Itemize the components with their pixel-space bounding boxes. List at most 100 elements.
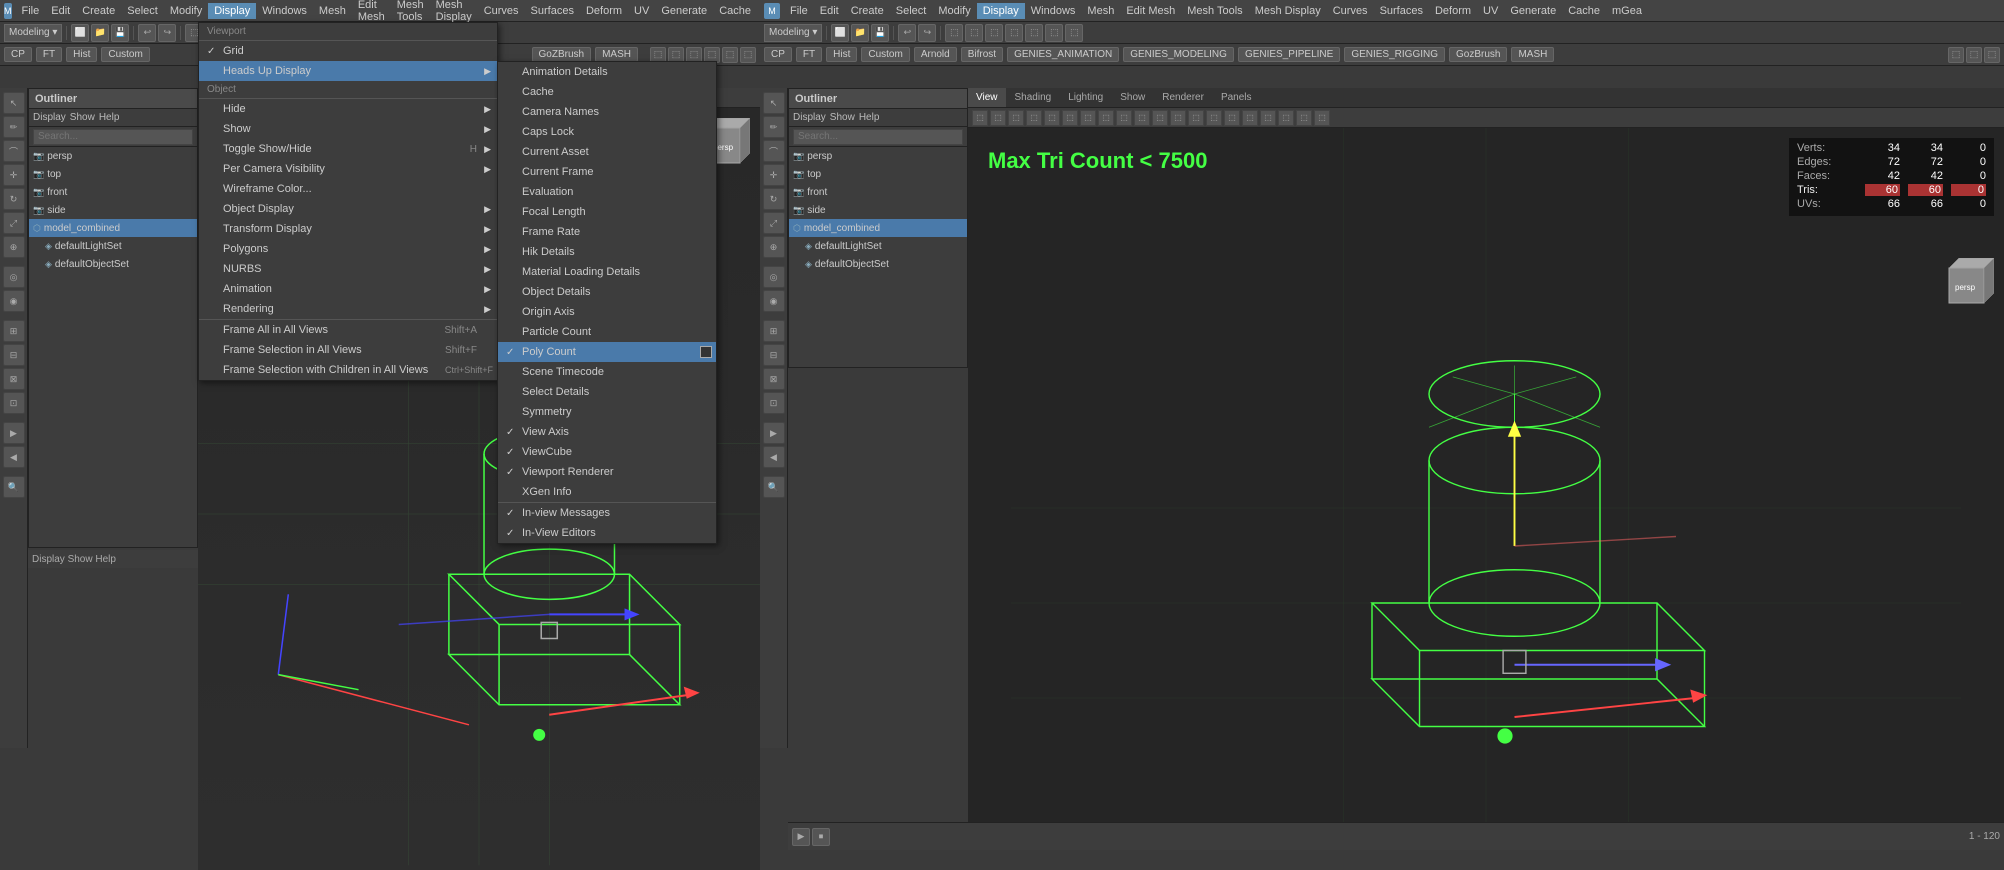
r-menu-deform[interactable]: Deform bbox=[1429, 3, 1477, 19]
r-fx-genies-pipe[interactable]: GENIES_PIPELINE bbox=[1238, 47, 1340, 62]
r-render1-icon[interactable]: ▶ bbox=[763, 422, 785, 444]
hud-symmetry[interactable]: Symmetry bbox=[498, 402, 716, 422]
undo-btn[interactable]: ↩ bbox=[138, 24, 156, 42]
tb5[interactable]: ⬚ bbox=[722, 47, 738, 63]
frame-all-item[interactable]: Frame All in All Views Shift+A bbox=[199, 320, 497, 340]
tab-view[interactable]: View bbox=[968, 88, 1007, 107]
render1-icon[interactable]: ▶ bbox=[3, 422, 25, 444]
snap2-icon[interactable]: ⊟ bbox=[3, 344, 25, 366]
transform-display-item[interactable]: Transform Display ▶ bbox=[199, 219, 497, 239]
menu-curves[interactable]: Curves bbox=[478, 3, 525, 19]
r-new-file[interactable]: ⬜ bbox=[831, 24, 849, 42]
frame-sel-item[interactable]: Frame Selection in All Views Shift+F bbox=[199, 340, 497, 360]
menu-surfaces[interactable]: Surfaces bbox=[525, 3, 580, 19]
toggle-show-hide-item[interactable]: Toggle Show/Hide H ▶ bbox=[199, 139, 497, 159]
redo-btn[interactable]: ↪ bbox=[158, 24, 176, 42]
outliner-item-default-object-set[interactable]: ◈ defaultObjectSet bbox=[29, 255, 197, 273]
sculpt-icon[interactable]: ◉ bbox=[3, 290, 25, 312]
r-menu-edit[interactable]: Edit bbox=[814, 3, 845, 19]
hud-item[interactable]: Heads Up Display ▶ Animation Details Cac… bbox=[199, 61, 497, 81]
save-btn[interactable]: 💾 bbox=[111, 24, 129, 42]
hud-select-details[interactable]: Select Details bbox=[498, 382, 716, 402]
r-zoom-icon[interactable]: 🔍 bbox=[763, 476, 785, 498]
menu-edit[interactable]: Edit bbox=[45, 3, 76, 19]
hud-origin-axis[interactable]: Origin Axis bbox=[498, 302, 716, 322]
r-menu-modify[interactable]: Modify bbox=[932, 3, 976, 19]
hud-animation-details[interactable]: Animation Details bbox=[498, 62, 716, 82]
rv-btn6[interactable]: ⬚ bbox=[1062, 110, 1078, 126]
outliner-item-front[interactable]: 📷 front bbox=[29, 183, 197, 201]
hud-viewcube[interactable]: ✓ ViewCube bbox=[498, 442, 716, 462]
fx-ft[interactable]: FT bbox=[36, 47, 62, 62]
r-menu-curves[interactable]: Curves bbox=[1327, 3, 1374, 19]
r-menu-edit-mesh[interactable]: Edit Mesh bbox=[1120, 3, 1181, 19]
rendering-item[interactable]: Rendering ▶ bbox=[199, 299, 497, 319]
menu-windows[interactable]: Windows bbox=[256, 3, 313, 19]
r-open[interactable]: 📁 bbox=[851, 24, 869, 42]
hud-current-frame[interactable]: Current Frame bbox=[498, 162, 716, 182]
r-fx-custom[interactable]: Custom bbox=[861, 47, 909, 62]
open-btn[interactable]: 📁 bbox=[91, 24, 109, 42]
outliner-item-top[interactable]: 📷 top bbox=[29, 165, 197, 183]
r-rotate-icon[interactable]: ↻ bbox=[763, 188, 785, 210]
r-universal-icon[interactable]: ⊕ bbox=[763, 236, 785, 258]
r-menu-display[interactable]: Display bbox=[977, 3, 1025, 19]
outliner-item-default-light-set[interactable]: ◈ defaultLightSet bbox=[29, 237, 197, 255]
object-display-item[interactable]: Object Display ▶ bbox=[199, 199, 497, 219]
r-outliner-front[interactable]: 📷 front bbox=[789, 183, 967, 201]
outliner-item-side[interactable]: 📷 side bbox=[29, 201, 197, 219]
menu-select[interactable]: Select bbox=[121, 3, 164, 19]
r-menu-create[interactable]: Create bbox=[845, 3, 890, 19]
r-save[interactable]: 💾 bbox=[871, 24, 889, 42]
r-menu-mesh[interactable]: Mesh bbox=[1081, 3, 1120, 19]
rv-btn13[interactable]: ⬚ bbox=[1188, 110, 1204, 126]
gozbrush-btn[interactable]: GoZBrush bbox=[532, 47, 592, 62]
r-play-btn[interactable]: ▶ bbox=[792, 828, 810, 846]
animation-item[interactable]: Animation ▶ bbox=[199, 279, 497, 299]
hud-in-view-messages[interactable]: ✓ In-view Messages bbox=[498, 503, 716, 523]
fx-hist[interactable]: Hist bbox=[66, 47, 97, 62]
r-outliner-model-combined[interactable]: ⬡ model_combined bbox=[789, 219, 967, 237]
rv-btn17[interactable]: ⬚ bbox=[1260, 110, 1276, 126]
rv-btn12[interactable]: ⬚ bbox=[1170, 110, 1186, 126]
rv-btn5[interactable]: ⬚ bbox=[1044, 110, 1060, 126]
r-fx-hist[interactable]: Hist bbox=[826, 47, 857, 62]
r-menu-mesh-tools[interactable]: Mesh Tools bbox=[1181, 3, 1248, 19]
r-redo[interactable]: ↪ bbox=[918, 24, 936, 42]
r-outliner-show[interactable]: Show bbox=[830, 112, 855, 123]
r-outliner-help[interactable]: Help bbox=[859, 112, 880, 123]
rt6[interactable]: ⬚ bbox=[1045, 24, 1063, 42]
wireframe-color-item[interactable]: Wireframe Color... bbox=[199, 179, 497, 199]
rv-btn2[interactable]: ⬚ bbox=[990, 110, 1006, 126]
outliner-search-input[interactable] bbox=[33, 129, 193, 145]
rv-btn1[interactable]: ⬚ bbox=[972, 110, 988, 126]
tab-renderer[interactable]: Renderer bbox=[1154, 88, 1213, 107]
r-fx-genies-anim[interactable]: GENIES_ANIMATION bbox=[1007, 47, 1119, 62]
show-item[interactable]: Show ▶ bbox=[199, 119, 497, 139]
hud-focal-length[interactable]: Focal Length bbox=[498, 202, 716, 222]
outliner-item-persp[interactable]: 📷 persp bbox=[29, 147, 197, 165]
r-fx-ft[interactable]: FT bbox=[796, 47, 822, 62]
r-menu-generate[interactable]: Generate bbox=[1504, 3, 1562, 19]
r-menu-uv[interactable]: UV bbox=[1477, 3, 1504, 19]
rt1[interactable]: ⬚ bbox=[945, 24, 963, 42]
r-fx-mash[interactable]: MASH bbox=[1511, 47, 1554, 62]
rv-btn4[interactable]: ⬚ bbox=[1026, 110, 1042, 126]
tb6[interactable]: ⬚ bbox=[740, 47, 756, 63]
tab-show[interactable]: Show bbox=[1112, 88, 1154, 107]
r-outliner-side[interactable]: 📷 side bbox=[789, 201, 967, 219]
r-stop-btn[interactable]: ⏹ bbox=[812, 828, 830, 846]
r-undo[interactable]: ↩ bbox=[898, 24, 916, 42]
r-menu-windows[interactable]: Windows bbox=[1025, 3, 1082, 19]
r-fx-arnold[interactable]: Arnold bbox=[914, 47, 957, 62]
r-outliner-default-light-set[interactable]: ◈ defaultLightSet bbox=[789, 237, 967, 255]
rv-btn10[interactable]: ⬚ bbox=[1134, 110, 1150, 126]
right-3d-scene[interactable]: Verts: 34 34 0 Edges: 72 72 0 Faces: 42 … bbox=[968, 128, 2004, 850]
r-snap4-icon[interactable]: ⊡ bbox=[763, 392, 785, 414]
paint-select-icon[interactable]: ✏ bbox=[3, 116, 25, 138]
rv-btn16[interactable]: ⬚ bbox=[1242, 110, 1258, 126]
new-file-btn[interactable]: ⬜ bbox=[71, 24, 89, 42]
r-menu-surfaces[interactable]: Surfaces bbox=[1374, 3, 1429, 19]
rt5[interactable]: ⬚ bbox=[1025, 24, 1043, 42]
r-outliner-default-object-set[interactable]: ◈ defaultObjectSet bbox=[789, 255, 967, 273]
